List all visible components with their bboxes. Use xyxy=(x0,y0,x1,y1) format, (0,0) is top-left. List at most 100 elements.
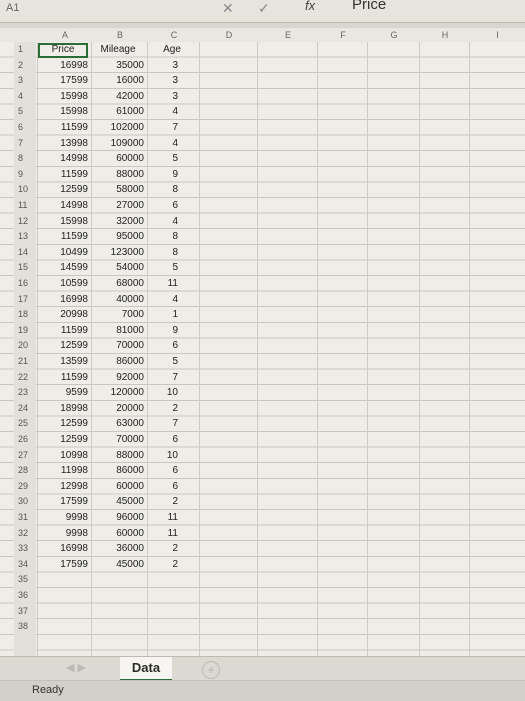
data-cell[interactable]: 88000 xyxy=(92,448,144,463)
data-cell[interactable]: 4 xyxy=(148,214,178,229)
row-header[interactable]: 34 xyxy=(14,557,36,572)
data-cell[interactable]: 60000 xyxy=(92,151,144,166)
header-cell[interactable]: Mileage xyxy=(92,42,144,57)
row-header[interactable]: 16 xyxy=(14,276,36,291)
row-header[interactable]: 4 xyxy=(14,89,36,104)
data-cell[interactable]: 45000 xyxy=(92,557,144,572)
column-header-c[interactable]: C xyxy=(148,28,200,42)
data-cell[interactable]: 9998 xyxy=(38,526,88,541)
data-cell[interactable]: 4 xyxy=(148,104,178,119)
data-cell[interactable]: 17599 xyxy=(38,494,88,509)
data-cell[interactable]: 2 xyxy=(148,541,178,556)
data-cell[interactable]: 88000 xyxy=(92,167,144,182)
data-cell[interactable]: 16998 xyxy=(38,58,88,73)
row-header[interactable]: 35 xyxy=(14,572,36,587)
row-header[interactable]: 25 xyxy=(14,416,36,431)
data-cell[interactable]: 15998 xyxy=(38,214,88,229)
row-header[interactable]: 15 xyxy=(14,260,36,275)
data-cell[interactable]: 2 xyxy=(148,557,178,572)
data-cell[interactable]: 2 xyxy=(148,494,178,509)
column-header-d[interactable]: D xyxy=(200,28,258,42)
header-cell[interactable]: Price xyxy=(38,42,88,57)
row-header[interactable]: 10 xyxy=(14,182,36,197)
data-cell[interactable]: 5 xyxy=(148,260,178,275)
row-header[interactable]: 21 xyxy=(14,354,36,369)
name-box[interactable]: A1 xyxy=(0,0,150,20)
data-cell[interactable]: 10998 xyxy=(38,448,88,463)
row-header[interactable]: 11 xyxy=(14,198,36,213)
row-header[interactable]: 2 xyxy=(14,58,36,73)
data-cell[interactable]: 6 xyxy=(148,432,178,447)
data-cell[interactable]: 20000 xyxy=(92,401,144,416)
row-header[interactable]: 13 xyxy=(14,229,36,244)
data-cell[interactable]: 16998 xyxy=(38,541,88,556)
header-cell[interactable]: Age xyxy=(148,42,196,57)
tab-scroll-icon[interactable]: ◀ ▶ xyxy=(66,661,86,674)
column-header-a[interactable]: A xyxy=(38,28,92,42)
data-cell[interactable]: 16998 xyxy=(38,292,88,307)
data-cell[interactable]: 36000 xyxy=(92,541,144,556)
column-header-h[interactable]: H xyxy=(420,28,470,42)
data-cell[interactable]: 16000 xyxy=(92,73,144,88)
data-cell[interactable]: 15998 xyxy=(38,104,88,119)
data-cell[interactable]: 35000 xyxy=(92,58,144,73)
row-header[interactable]: 33 xyxy=(14,541,36,556)
row-header[interactable]: 24 xyxy=(14,401,36,416)
data-cell[interactable]: 54000 xyxy=(92,260,144,275)
data-cell[interactable]: 12599 xyxy=(38,432,88,447)
row-header[interactable]: 6 xyxy=(14,120,36,135)
data-cell[interactable]: 81000 xyxy=(92,323,144,338)
row-header[interactable]: 29 xyxy=(14,479,36,494)
data-cell[interactable]: 11 xyxy=(148,526,178,541)
data-cell[interactable]: 68000 xyxy=(92,276,144,291)
data-cell[interactable]: 70000 xyxy=(92,338,144,353)
data-cell[interactable]: 40000 xyxy=(92,292,144,307)
row-header[interactable]: 30 xyxy=(14,494,36,509)
data-cell[interactable]: 14998 xyxy=(38,151,88,166)
row-header[interactable]: 26 xyxy=(14,432,36,447)
row-header[interactable]: 3 xyxy=(14,73,36,88)
row-header[interactable]: 20 xyxy=(14,338,36,353)
data-cell[interactable]: 3 xyxy=(148,73,178,88)
column-header-f[interactable]: F xyxy=(318,28,368,42)
data-cell[interactable]: 6 xyxy=(148,463,178,478)
row-header[interactable]: 9 xyxy=(14,167,36,182)
data-cell[interactable]: 14998 xyxy=(38,198,88,213)
data-cell[interactable]: 120000 xyxy=(92,385,144,400)
data-cell[interactable]: 17599 xyxy=(38,73,88,88)
data-cell[interactable]: 6 xyxy=(148,479,178,494)
data-cell[interactable]: 15998 xyxy=(38,89,88,104)
row-header[interactable]: 12 xyxy=(14,214,36,229)
data-cell[interactable]: 70000 xyxy=(92,432,144,447)
row-header[interactable]: 27 xyxy=(14,448,36,463)
data-cell[interactable]: 11599 xyxy=(38,370,88,385)
column-header-e[interactable]: E xyxy=(258,28,318,42)
data-cell[interactable]: 27000 xyxy=(92,198,144,213)
data-cell[interactable]: 95000 xyxy=(92,229,144,244)
data-cell[interactable]: 17599 xyxy=(38,557,88,572)
data-cell[interactable]: 20998 xyxy=(38,307,88,322)
data-cell[interactable]: 7 xyxy=(148,416,178,431)
data-cell[interactable]: 1 xyxy=(148,307,178,322)
data-cell[interactable]: 60000 xyxy=(92,526,144,541)
data-cell[interactable]: 92000 xyxy=(92,370,144,385)
data-cell[interactable]: 58000 xyxy=(92,182,144,197)
data-cell[interactable]: 11599 xyxy=(38,229,88,244)
data-cell[interactable]: 10 xyxy=(148,448,178,463)
row-header[interactable]: 8 xyxy=(14,151,36,166)
data-cell[interactable]: 5 xyxy=(148,354,178,369)
row-header[interactable]: 31 xyxy=(14,510,36,525)
cancel-icon[interactable]: ✕ xyxy=(222,0,234,17)
data-cell[interactable]: 32000 xyxy=(92,214,144,229)
row-header[interactable]: 7 xyxy=(14,136,36,151)
column-header-i[interactable]: I xyxy=(470,28,525,42)
data-cell[interactable]: 9599 xyxy=(38,385,88,400)
row-header[interactable]: 1 xyxy=(14,42,36,57)
row-header[interactable]: 37 xyxy=(14,604,36,619)
data-cell[interactable]: 5 xyxy=(148,151,178,166)
data-cell[interactable]: 60000 xyxy=(92,479,144,494)
data-cell[interactable]: 2 xyxy=(148,401,178,416)
row-header[interactable]: 19 xyxy=(14,323,36,338)
row-header[interactable]: 14 xyxy=(14,245,36,260)
data-cell[interactable]: 4 xyxy=(148,136,178,151)
